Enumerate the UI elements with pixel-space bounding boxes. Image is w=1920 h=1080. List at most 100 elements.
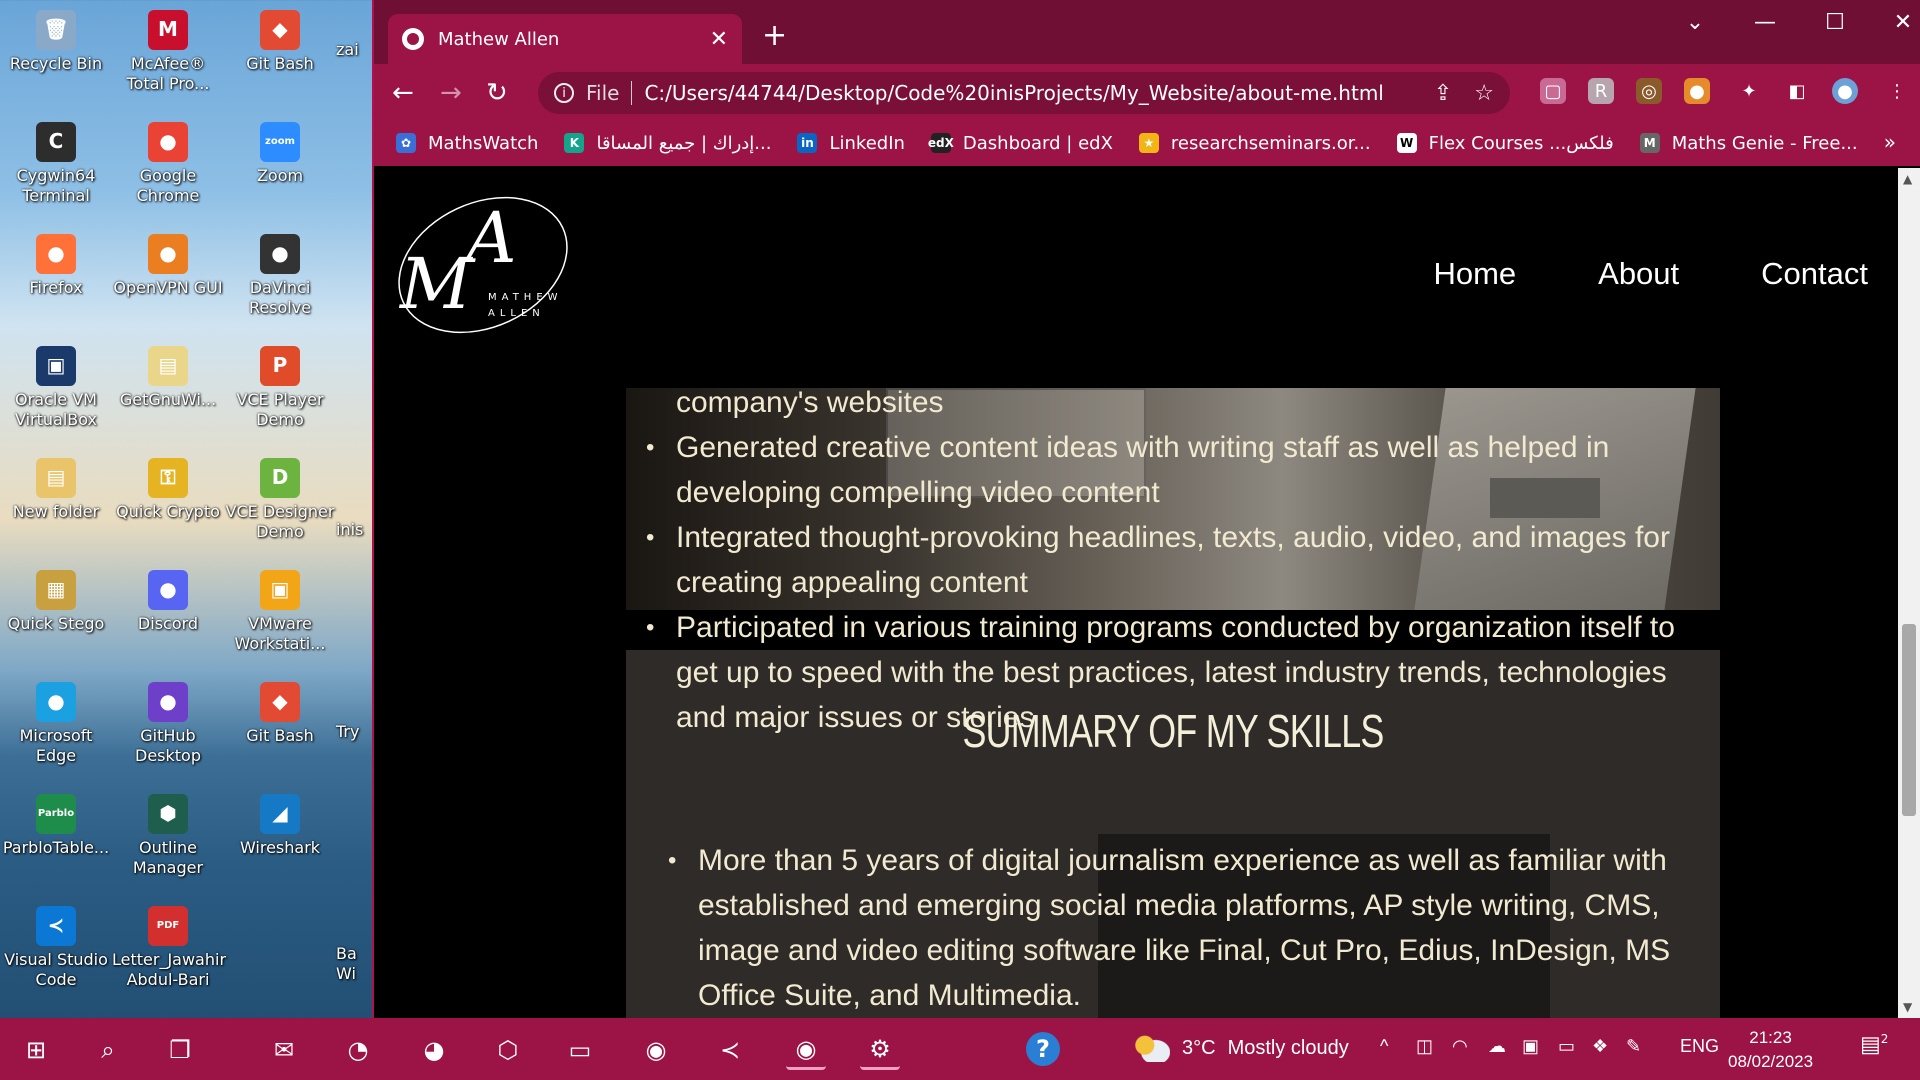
nav-home-link[interactable]: Home bbox=[1433, 256, 1516, 292]
desktop-icon-new-folder[interactable]: ▤ New folder bbox=[0, 454, 112, 522]
back-button[interactable]: ← bbox=[392, 78, 414, 108]
desktop-icon-vce-player-demo[interactable]: P VCE Player Demo bbox=[224, 342, 336, 431]
desktop-app-icon: ≺ bbox=[36, 906, 76, 946]
desktop-icon-davinci-resolve[interactable]: ● DaVinci Resolve bbox=[224, 230, 336, 319]
profile-avatar-icon[interactable]: ● bbox=[1832, 78, 1858, 104]
desktop-icon-outline-manager[interactable]: ⬢ Outline Manager bbox=[112, 790, 224, 879]
weather-widget[interactable]: 3°C Mostly cloudy bbox=[1134, 1034, 1349, 1062]
firefox-icon[interactable]: ◕ bbox=[414, 1030, 454, 1070]
settings-gear-icon[interactable]: ⚙ bbox=[860, 1030, 900, 1070]
desktop-icon-discord[interactable]: ● Discord bbox=[112, 566, 224, 634]
bookmark-item[interactable]: K إدراك | جميع المساقا... bbox=[564, 133, 771, 154]
desktop-app-icon: ⬢ bbox=[148, 794, 188, 834]
bookmark-label: Flex Courses ...فلكس bbox=[1428, 132, 1614, 154]
wifi-icon[interactable]: ◠ bbox=[1452, 1036, 1468, 1057]
help-icon[interactable]: ? bbox=[1026, 1032, 1060, 1066]
mail-icon[interactable]: ✉ bbox=[264, 1030, 304, 1070]
clock[interactable]: 21:23 08/02/2023 bbox=[1728, 1026, 1813, 1074]
vscode-icon[interactable]: ≺ bbox=[710, 1030, 750, 1070]
extension-grey-icon[interactable]: R bbox=[1588, 78, 1614, 104]
forward-button[interactable]: → bbox=[440, 78, 462, 108]
file-explorer-icon[interactable]: ▭ bbox=[560, 1030, 600, 1070]
chrome-active-icon[interactable]: ◉ bbox=[786, 1030, 826, 1070]
edge-icon[interactable]: ◔ bbox=[338, 1030, 378, 1070]
desktop-icon-quick-stego[interactable]: ▦ Quick Stego bbox=[0, 566, 112, 634]
app-blue-icon[interactable]: ⬡ bbox=[488, 1030, 528, 1070]
scroll-up-icon[interactable]: ▲ bbox=[1903, 172, 1912, 186]
desktop-icon-quick-crypto[interactable]: ⚿ Quick Crypto bbox=[112, 454, 224, 522]
close-window-button[interactable]: ✕ bbox=[1878, 10, 1920, 35]
desktop-icon-git-bash[interactable]: ◆ Git Bash bbox=[224, 678, 336, 746]
desktop-icon-mcafee-total-pro[interactable]: M McAfee® Total Pro... bbox=[112, 6, 224, 95]
extension-pink-icon[interactable]: ▢ bbox=[1540, 78, 1566, 104]
desktop-app-icon: ● bbox=[148, 234, 188, 274]
reload-button[interactable]: ↻ bbox=[486, 78, 508, 108]
desktop-icon-google-chrome[interactable]: ● Google Chrome bbox=[112, 118, 224, 207]
bookmark-item[interactable]: W Flex Courses ...فلكس bbox=[1396, 132, 1614, 154]
dropbox-icon[interactable]: ❖ bbox=[1592, 1036, 1608, 1057]
bookmarks-overflow-icon[interactable]: » bbox=[1884, 130, 1896, 154]
search-icon[interactable]: ⌕ bbox=[88, 1030, 128, 1070]
desktop-icon-github-desktop[interactable]: ● GitHub Desktop bbox=[112, 678, 224, 767]
desktop-icon-label-clipped[interactable]: Ba Wi bbox=[336, 944, 376, 985]
pen-icon[interactable]: ✎ bbox=[1626, 1036, 1641, 1057]
desktop-icon-microsoft-edge[interactable]: ● Microsoft Edge bbox=[0, 678, 112, 767]
site-info-icon[interactable]: i bbox=[554, 83, 574, 103]
desktop-icon-parblotable[interactable]: Parblo ParbloTable... bbox=[0, 790, 112, 858]
desktop-icon-wireshark[interactable]: ◢ Wireshark bbox=[224, 790, 336, 858]
page-scrollbar[interactable]: ▲ ▼ bbox=[1898, 168, 1920, 1018]
desktop-icon-label-clipped[interactable]: inis bbox=[336, 520, 376, 540]
extension-orange-icon[interactable]: ● bbox=[1684, 78, 1710, 104]
url-text[interactable]: C:/Users/44744/Desktop/Code%20inisProjec… bbox=[644, 81, 1411, 105]
tray-chevron-icon[interactable]: ^ bbox=[1380, 1036, 1388, 1057]
desktop-icon-git-bash[interactable]: ◆ Git Bash bbox=[224, 6, 336, 74]
minimize-button[interactable]: — bbox=[1740, 10, 1790, 35]
sidepanel-icon[interactable]: ◧ bbox=[1784, 78, 1810, 104]
maximize-button[interactable]: ☐ bbox=[1810, 10, 1860, 35]
tab-mathew-allen[interactable]: Mathew Allen ✕ bbox=[388, 14, 742, 64]
desktop-icon-vmware-workstati[interactable]: ▣ VMware Workstati... bbox=[224, 566, 336, 655]
desktop-icon-label-clipped[interactable]: Try bbox=[336, 722, 376, 742]
share-icon[interactable]: ⇪ bbox=[1434, 81, 1452, 106]
site-logo[interactable]: M A MATHEW ALLEN bbox=[388, 190, 578, 340]
scroll-down-icon[interactable]: ▼ bbox=[1903, 1000, 1912, 1014]
menu-kebab-icon[interactable]: ⋮ bbox=[1884, 78, 1910, 104]
start-button[interactable]: ⊞ bbox=[16, 1030, 56, 1070]
bookmark-item[interactable]: edX Dashboard | edX bbox=[928, 133, 1113, 154]
desktop-icon-cygwin64-terminal[interactable]: C Cygwin64 Terminal bbox=[0, 118, 112, 207]
desktop-icon-visual-studio-code[interactable]: ≺ Visual Studio Code bbox=[0, 902, 112, 991]
new-tab-button[interactable]: + bbox=[762, 18, 787, 53]
desktop-icon-getgnuwi[interactable]: ▤ GetGnuWi... bbox=[112, 342, 224, 410]
desktop-icon-label-clipped[interactable]: zai bbox=[336, 40, 376, 60]
nav-about-link[interactable]: About bbox=[1598, 256, 1679, 292]
tab-close-icon[interactable]: ✕ bbox=[710, 27, 728, 52]
desktop-icon-firefox[interactable]: ● Firefox bbox=[0, 230, 112, 298]
chrome-profile-icon[interactable]: ◉ bbox=[636, 1030, 676, 1070]
desktop-icon-openvpn-gui[interactable]: ● OpenVPN GUI bbox=[112, 230, 224, 298]
desktop-app-icon: PDF bbox=[148, 906, 188, 946]
desktop-icon-oracle-vm-virtualbox[interactable]: ▣ Oracle VM VirtualBox bbox=[0, 342, 112, 431]
desktop-icon-zoom[interactable]: zoom Zoom bbox=[224, 118, 336, 186]
desktop-icon-label: Zoom bbox=[256, 166, 304, 185]
tab-search-chevron-icon[interactable]: ⌄ bbox=[1670, 10, 1720, 35]
puzzle-icon[interactable]: ✦ bbox=[1736, 78, 1762, 104]
desktop-icon-vce-designer-demo[interactable]: D VCE Designer Demo bbox=[224, 454, 336, 543]
nav-contact-link[interactable]: Contact bbox=[1761, 256, 1868, 292]
address-bar[interactable]: i File C:/Users/44744/Desktop/Code%20ini… bbox=[538, 72, 1510, 114]
battery-icon[interactable]: ▭ bbox=[1558, 1036, 1575, 1057]
bookmark-item[interactable]: M Maths Genie - Free... bbox=[1639, 133, 1858, 154]
display-icon[interactable]: ▣ bbox=[1522, 1036, 1539, 1057]
desktop-icon-recycle-bin[interactable]: 🗑 Recycle Bin bbox=[0, 6, 112, 74]
bookmark-star-icon[interactable]: ☆ bbox=[1474, 81, 1494, 106]
cookie-icon[interactable]: ◎ bbox=[1636, 78, 1662, 104]
onedrive-icon[interactable]: ☁ bbox=[1488, 1036, 1506, 1057]
scroll-thumb[interactable] bbox=[1902, 624, 1916, 816]
task-view-icon[interactable]: ❐ bbox=[160, 1030, 200, 1070]
bookmark-item[interactable]: in LinkedIn bbox=[797, 133, 905, 154]
desktop-icon-letter-jawahir-abdul-bari[interactable]: PDF Letter_Jawahir Abdul-Bari bbox=[112, 902, 226, 991]
bookmark-item[interactable]: ✿ MathsWatch bbox=[396, 133, 538, 154]
bookmark-item[interactable]: ★ researchseminars.or... bbox=[1138, 133, 1371, 154]
notifications-icon[interactable]: ▤2 bbox=[1860, 1032, 1888, 1057]
language-indicator[interactable]: ENG bbox=[1680, 1036, 1719, 1057]
meet-icon[interactable]: ◫ bbox=[1416, 1036, 1433, 1057]
